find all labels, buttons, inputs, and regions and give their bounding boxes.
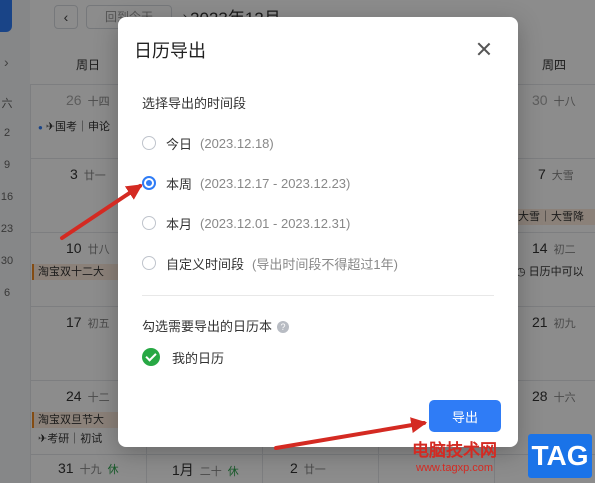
watermark: 电脑技术网 www.tagxp.com TAG bbox=[412, 432, 595, 483]
annotation-arrows bbox=[60, 184, 428, 450]
watermark-site: 电脑技术网 bbox=[412, 441, 497, 460]
watermark-logo: TAG bbox=[528, 434, 592, 478]
arrow-to-this-week bbox=[60, 184, 143, 240]
watermark-url: www.tagxp.com bbox=[416, 462, 494, 474]
arrow-to-export bbox=[274, 417, 428, 450]
